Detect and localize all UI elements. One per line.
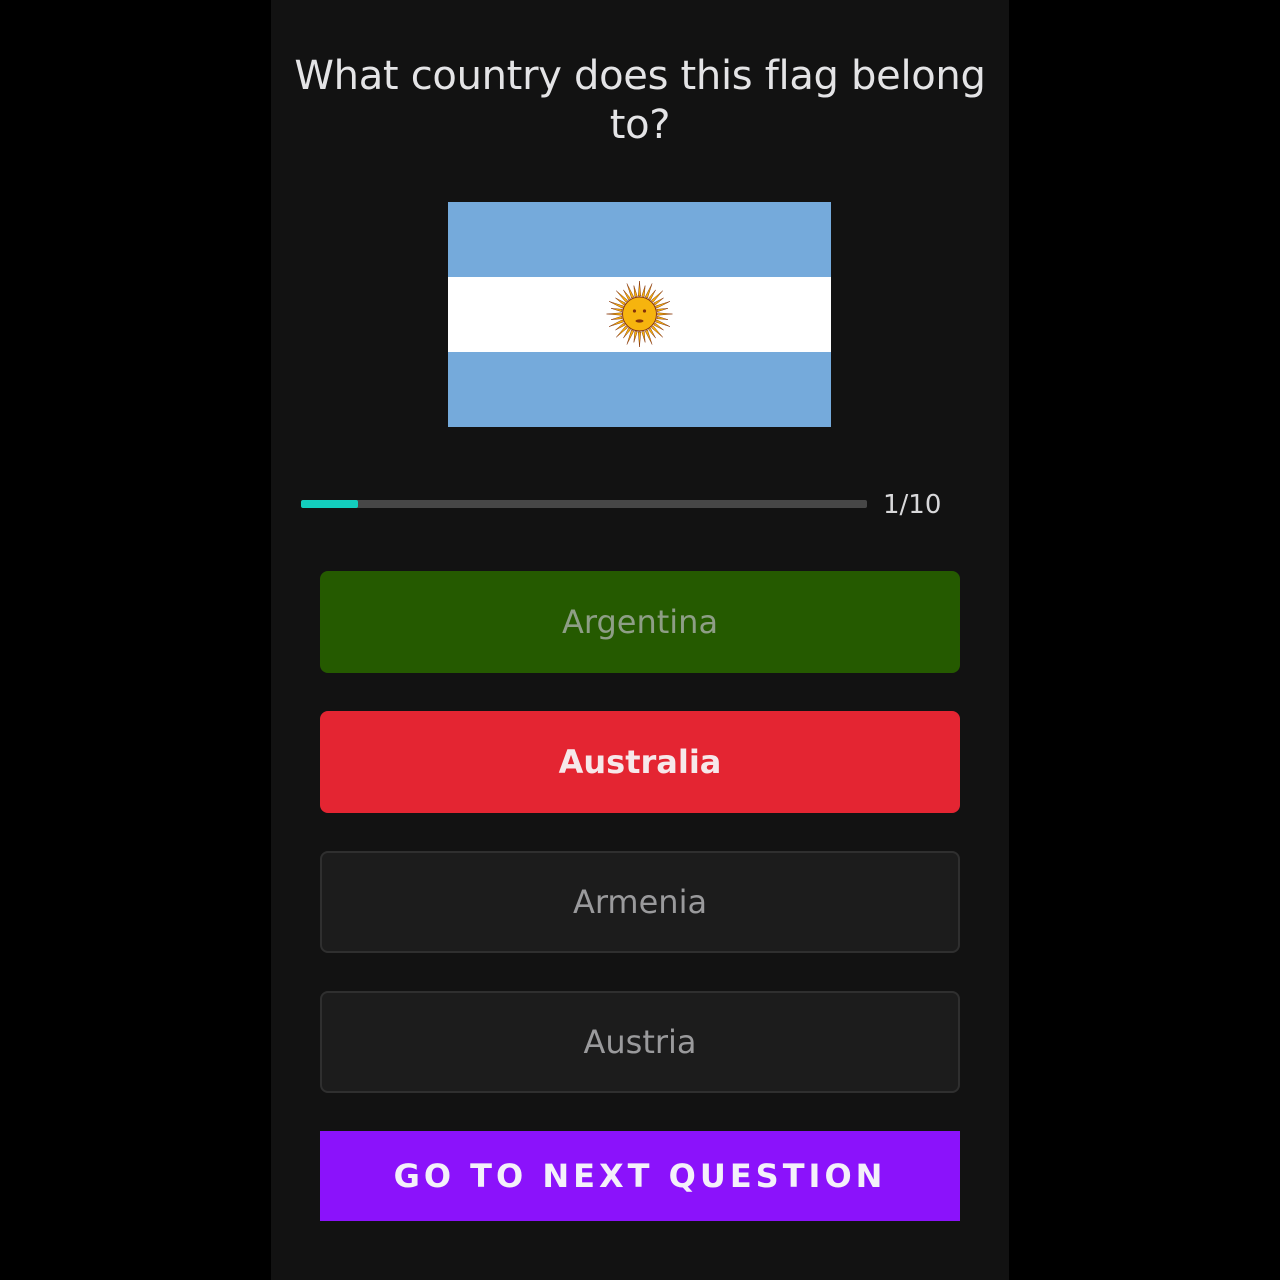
next-question-button[interactable]: GO TO NEXT QUESTION — [320, 1131, 960, 1221]
answer-option-label: Australia — [558, 743, 722, 781]
question-text: What country does this flag belong to? — [294, 53, 986, 148]
sun-face-detail — [635, 319, 644, 323]
next-question-label: GO TO NEXT QUESTION — [393, 1157, 887, 1195]
sun-of-may-icon — [606, 280, 673, 348]
answer-option-australia[interactable]: Australia — [320, 711, 960, 813]
progress-counter: 1/10 — [883, 490, 942, 520]
flag-bottom-stripe — [448, 352, 831, 427]
answer-option-austria[interactable]: Austria — [320, 991, 960, 1093]
flag-top-stripe — [448, 202, 831, 277]
answer-option-label: Argentina — [561, 603, 719, 641]
sun-face-detail — [642, 309, 647, 313]
answer-option-armenia[interactable]: Armenia — [320, 851, 960, 953]
answer-option-label: Armenia — [572, 883, 708, 921]
answer-option-argentina[interactable]: Argentina — [320, 571, 960, 673]
sun-disc — [622, 296, 657, 332]
progress-bar — [301, 500, 867, 508]
progress-bar-fill — [301, 500, 358, 508]
argentina-flag-icon — [448, 202, 831, 427]
answer-option-label: Austria — [583, 1023, 697, 1061]
quiz-screen: What country does this flag belong to? 1… — [271, 0, 1009, 1280]
sun-face-detail — [632, 309, 637, 313]
